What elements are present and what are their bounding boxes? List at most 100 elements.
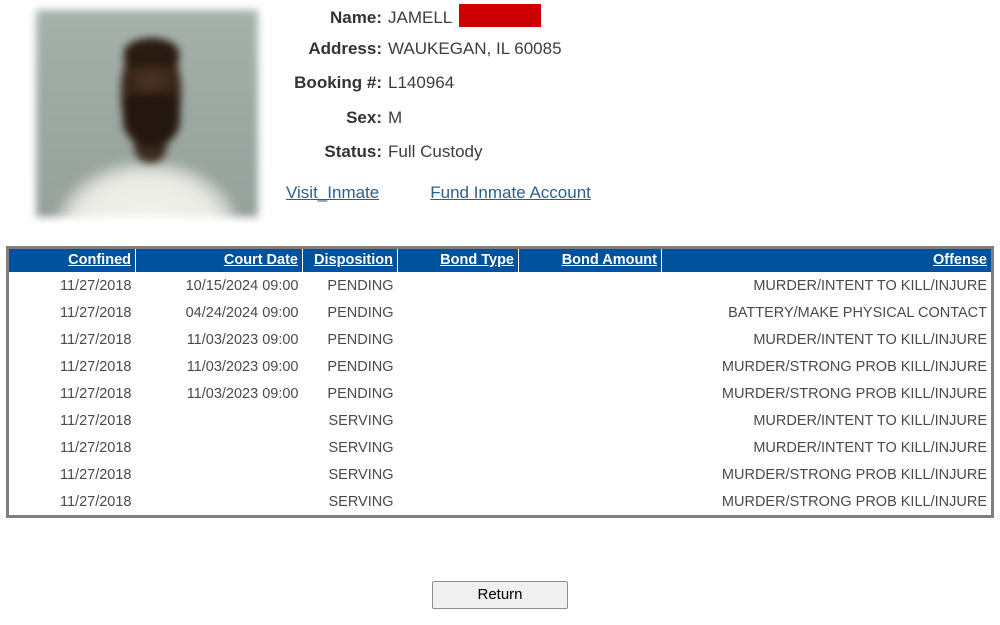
cell-court-date: 11/03/2023 09:00 (186, 331, 299, 348)
table-row: 11/27/2018 11/03/2023 09:00 PENDING MURDER/… (9, 326, 991, 353)
table-row: 11/27/2018 11/03/2023 09:00 PENDING MURDER/… (9, 353, 991, 380)
cell-offense: MURDER/INTENT TO KILL/INJURE (753, 331, 987, 348)
visit-inmate-link[interactable]: Visit_Inmate (286, 183, 379, 203)
column-header-bond-amount[interactable]: Bond Amount (518, 249, 662, 272)
field-row-booking-number: Booking #: L140964 (0, 73, 620, 108)
name-redaction-block (459, 4, 542, 27)
charges-table-body: 11/27/2018 10/15/2024 09:00 PENDING MURDER/… (9, 272, 991, 515)
column-header-offense[interactable]: Offense (661, 249, 991, 272)
cell-bond-amount (519, 380, 662, 407)
inmate-fields: Name: JAMELL Address: WAUKEGAN, IL 60085… (0, 4, 620, 203)
cell-bond-amount (519, 326, 662, 353)
field-row-sex: Sex: M (0, 108, 620, 143)
charges-table: Confined Court Date Disposition Bond Typ… (9, 249, 991, 515)
cell-confined: 11/27/2018 (60, 493, 132, 510)
cell-confined: 11/27/2018 (60, 466, 132, 483)
cell-disposition: PENDING (327, 331, 394, 348)
column-header-bond-amount-label[interactable]: Bond Amount (562, 252, 657, 268)
cell-bond-type (398, 299, 519, 326)
cell-bond-amount (519, 299, 662, 326)
field-label-name: Name: (330, 8, 382, 27)
cell-offense: MURDER/INTENT TO KILL/INJURE (753, 412, 987, 429)
cell-disposition: PENDING (327, 304, 394, 321)
cell-confined: 11/27/2018 (60, 412, 132, 429)
cell-court-date (136, 488, 303, 515)
field-row-address: Address: WAUKEGAN, IL 60085 (0, 39, 620, 74)
field-value-booking-number: L140964 (388, 73, 455, 92)
cell-confined: 11/27/2018 (60, 304, 132, 321)
cell-confined: 11/27/2018 (60, 331, 132, 348)
cell-offense: MURDER/STRONG PROB KILL/INJURE (721, 358, 987, 375)
cell-bond-amount (519, 353, 662, 380)
field-row-status: Status: Full Custody (0, 142, 620, 177)
table-row: 11/27/2018 10/15/2024 09:00 PENDING MURDER/… (9, 272, 991, 299)
inmate-links-row: Visit_Inmate Fund Inmate Account (0, 183, 620, 203)
cell-bond-amount (519, 434, 662, 461)
cell-bond-type (398, 380, 519, 407)
cell-court-date: 11/03/2023 09:00 (186, 385, 299, 402)
cell-court-date: 10/15/2024 09:00 (185, 277, 299, 294)
field-value-name: JAMELL (388, 4, 542, 28)
cell-confined: 11/27/2018 (60, 277, 132, 294)
charges-table-container: Confined Court Date Disposition Bond Typ… (6, 246, 994, 518)
field-value-status: Full Custody (388, 142, 483, 161)
field-label-sex: Sex: (346, 107, 382, 127)
cell-court-date (136, 407, 303, 434)
table-row: 11/27/2018 04/24/2024 09:00 PENDING BATTERY… (9, 299, 991, 326)
field-value-address: WAUKEGAN, IL 60085 (388, 38, 562, 58)
column-header-court-date[interactable]: Court Date (135, 249, 303, 272)
name-text: JAMELL (388, 8, 453, 27)
charges-table-head: Confined Court Date Disposition Bond Typ… (9, 249, 991, 272)
cell-confined: 11/27/2018 (60, 385, 132, 402)
field-label-status: Status: (324, 142, 382, 161)
cell-disposition: PENDING (327, 385, 394, 402)
cell-offense: MURDER/STRONG PROB KILL/INJURE (721, 493, 987, 510)
cell-court-date (136, 461, 303, 488)
table-row: 11/27/2018 SERVING MURDER/INTENT TO KILL/I… (9, 434, 991, 461)
column-header-bond-type-label[interactable]: Bond Type (440, 252, 514, 268)
cell-bond-type (398, 326, 519, 353)
cell-confined: 11/27/2018 (60, 439, 132, 456)
cell-bond-type (398, 407, 519, 434)
cell-bond-type (398, 434, 519, 461)
cell-court-date: 04/24/2024 09:00 (185, 304, 299, 321)
return-button[interactable]: Return (432, 581, 568, 609)
column-header-confined[interactable]: Confined (9, 249, 136, 272)
column-header-disposition[interactable]: Disposition (302, 249, 398, 272)
cell-offense: MURDER/INTENT TO KILL/INJURE (753, 439, 987, 456)
cell-disposition: SERVING (328, 439, 394, 456)
cell-offense: MURDER/INTENT TO KILL/INJURE (753, 277, 987, 294)
cell-disposition: SERVING (328, 412, 394, 429)
table-row: 11/27/2018 SERVING MURDER/STRONG PROB KILL… (9, 488, 991, 515)
column-header-offense-label[interactable]: Offense (933, 252, 987, 268)
field-label-address: Address: (308, 38, 382, 58)
charges-header-row: Confined Court Date Disposition Bond Typ… (9, 249, 991, 272)
table-row: 11/27/2018 SERVING MURDER/INTENT TO KILL/I… (9, 407, 991, 434)
cell-bond-type (398, 488, 519, 515)
cell-bond-amount (519, 488, 662, 515)
cell-bond-type (398, 353, 519, 380)
field-value-sex: M (388, 107, 403, 127)
field-label-booking-number: Booking #: (294, 73, 382, 92)
cell-bond-type (398, 461, 519, 488)
table-row: 11/27/2018 11/03/2023 09:00 PENDING MURDER/… (9, 380, 991, 407)
cell-bond-amount (519, 272, 662, 299)
column-header-bond-type[interactable]: Bond Type (397, 249, 519, 272)
cell-court-date (136, 434, 303, 461)
cell-court-date: 11/03/2023 09:00 (186, 358, 299, 375)
column-header-confined-label[interactable]: Confined (68, 252, 131, 268)
cell-disposition: SERVING (328, 493, 394, 510)
cell-bond-amount (519, 407, 662, 434)
cell-disposition: SERVING (328, 466, 394, 483)
column-header-disposition-label[interactable]: Disposition (314, 252, 393, 268)
cell-offense: MURDER/STRONG PROB KILL/INJURE (721, 466, 987, 483)
cell-bond-amount (519, 461, 662, 488)
column-header-court-date-label[interactable]: Court Date (224, 252, 298, 268)
cell-disposition: PENDING (327, 277, 394, 294)
inmate-detail-area: Name: JAMELL Address: WAUKEGAN, IL 60085… (0, 0, 1000, 232)
cell-offense: BATTERY/MAKE PHYSICAL CONTACT (728, 304, 987, 321)
table-row: 11/27/2018 SERVING MURDER/STRONG PROB KILL… (9, 461, 991, 488)
page-footer: Return (0, 581, 1000, 609)
cell-confined: 11/27/2018 (60, 358, 132, 375)
fund-inmate-account-link[interactable]: Fund Inmate Account (430, 183, 591, 203)
